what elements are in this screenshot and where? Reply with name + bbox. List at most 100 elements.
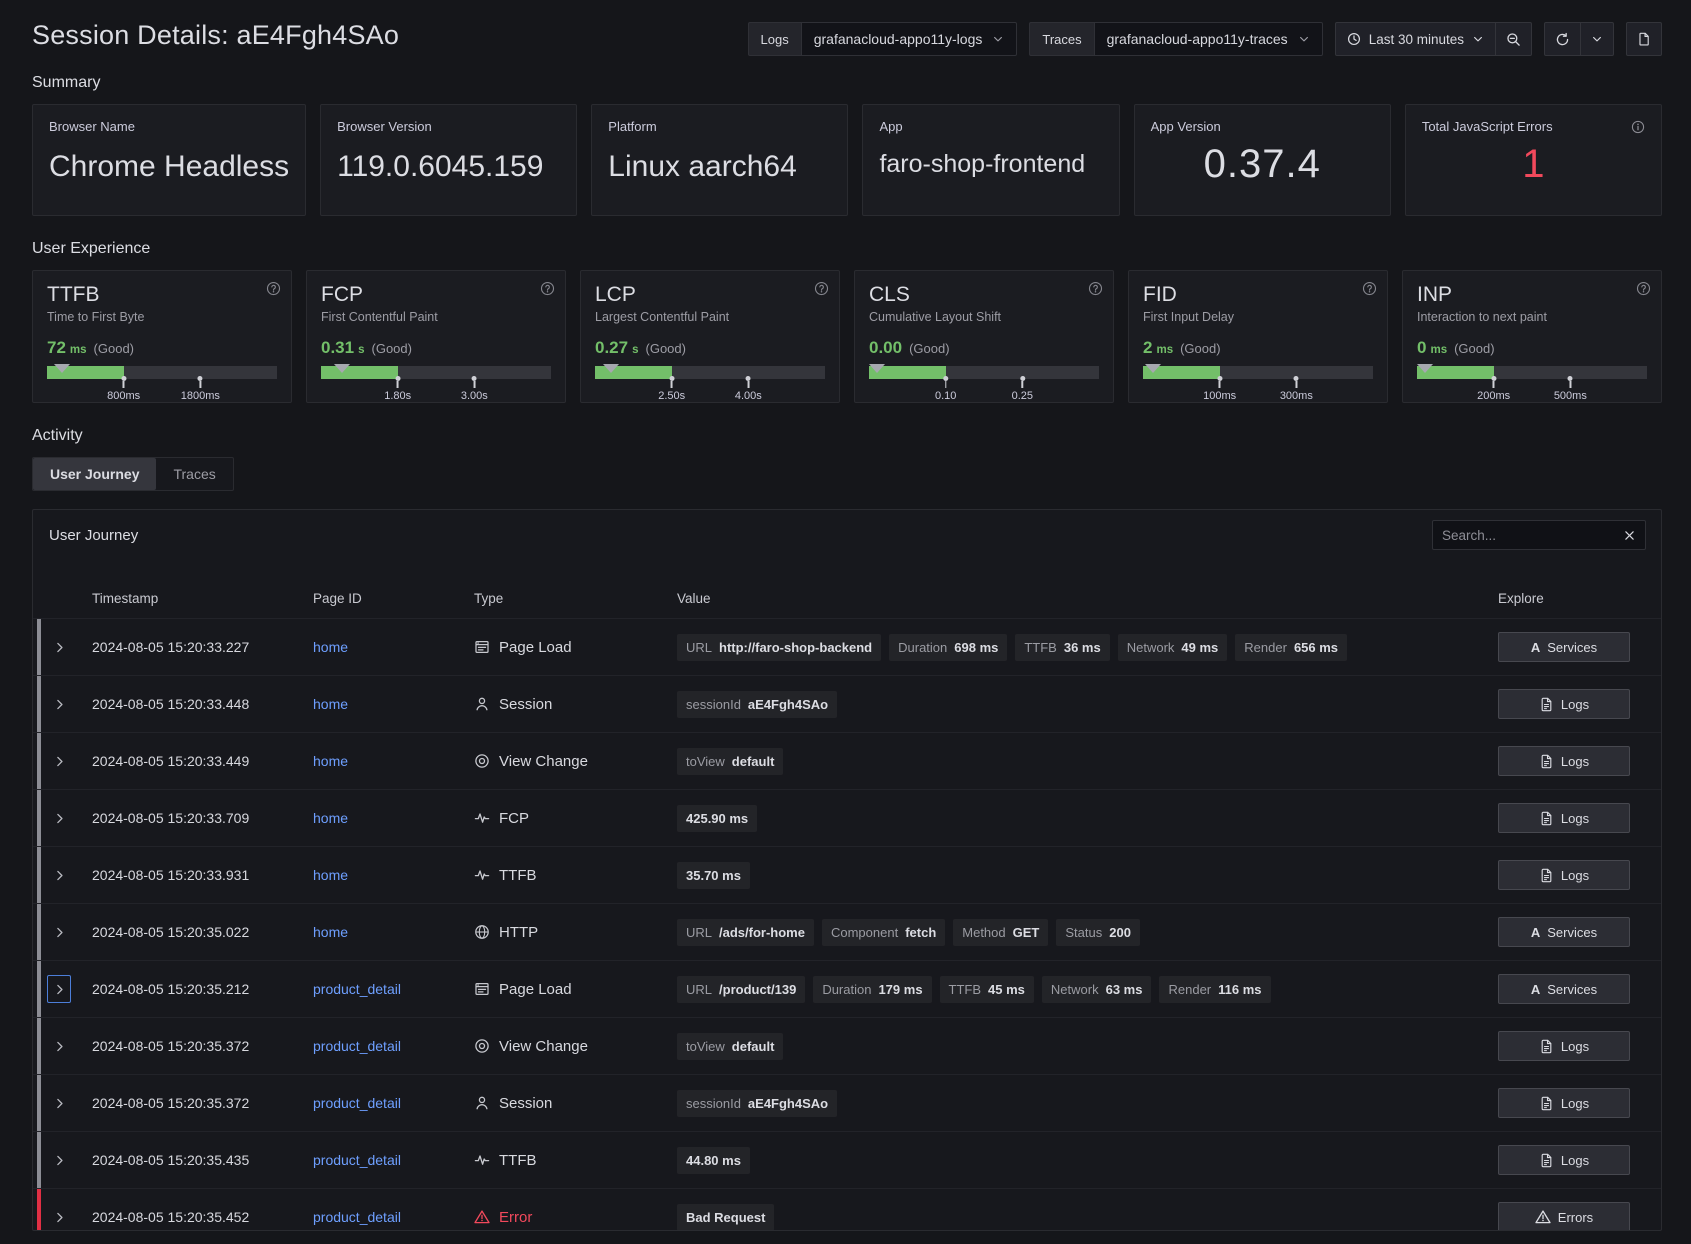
explore-logs-button[interactable]: Logs bbox=[1498, 1145, 1630, 1175]
help-icon[interactable] bbox=[1362, 281, 1377, 296]
row-expander[interactable] bbox=[47, 918, 71, 946]
vital-subtitle: First Contentful Paint bbox=[321, 310, 551, 324]
page-id-link[interactable]: home bbox=[313, 753, 348, 769]
explore-logs-button[interactable]: Logs bbox=[1498, 1088, 1630, 1118]
summary-card: Appfaro-shop-frontend bbox=[862, 104, 1119, 216]
value-badge: URL/product/139 bbox=[677, 976, 805, 1003]
gauge-tick-label: 1800ms bbox=[181, 390, 220, 402]
view-change-icon bbox=[474, 1038, 490, 1054]
explore-logs-button[interactable]: Logs bbox=[1498, 803, 1630, 833]
badge-value: aE4Fgh4SAo bbox=[748, 1096, 828, 1111]
explore-logs-button[interactable]: Logs bbox=[1498, 689, 1630, 719]
search-box bbox=[1432, 520, 1646, 550]
chevron-right-icon bbox=[53, 869, 66, 882]
zoom-out-button[interactable] bbox=[1496, 22, 1532, 56]
gauge-value-marker bbox=[1145, 364, 1161, 373]
session-icon bbox=[474, 696, 490, 712]
traces-datasource-select[interactable]: grafanacloud-appo11y-traces bbox=[1094, 22, 1323, 56]
vital-gauge: 2.50s4.00s bbox=[595, 366, 825, 402]
page-id-link[interactable]: home bbox=[313, 867, 348, 883]
gauge-value-marker bbox=[869, 364, 885, 373]
page-id-link[interactable]: product_detail bbox=[313, 981, 401, 997]
page-id-link[interactable]: home bbox=[313, 696, 348, 712]
row-expander[interactable] bbox=[47, 1089, 71, 1117]
help-icon[interactable] bbox=[540, 281, 555, 296]
pulse-icon bbox=[474, 867, 490, 883]
page-id-link[interactable]: home bbox=[313, 639, 348, 655]
badge-value: 36 ms bbox=[1064, 640, 1101, 655]
row-expander[interactable] bbox=[47, 1146, 71, 1174]
badge-key: Duration bbox=[822, 982, 871, 997]
tab-user-journey[interactable]: User Journey bbox=[33, 458, 156, 490]
row-values: sessionIdaE4Fgh4SAo bbox=[677, 691, 1498, 718]
logs-datasource-select[interactable]: grafanacloud-appo11y-logs bbox=[801, 22, 1018, 56]
badge-value: fetch bbox=[905, 925, 936, 940]
explore-services-button[interactable]: AServices bbox=[1498, 632, 1630, 662]
traces-datasource-label: Traces bbox=[1029, 22, 1093, 56]
refresh-button[interactable] bbox=[1544, 22, 1581, 56]
user-experience-heading: User Experience bbox=[32, 240, 1662, 258]
row-timestamp: 2024-08-05 15:20:35.452 bbox=[92, 1209, 313, 1225]
row-values: 44.80 ms bbox=[677, 1147, 1498, 1174]
tab-traces[interactable]: Traces bbox=[156, 458, 232, 490]
explore-logs-button[interactable]: Logs bbox=[1498, 746, 1630, 776]
badge-value: 200 bbox=[1109, 925, 1131, 940]
explore-services-button[interactable]: AServices bbox=[1498, 974, 1630, 1004]
time-controls: Last 30 minutes bbox=[1335, 22, 1532, 56]
close-icon[interactable] bbox=[1623, 529, 1636, 542]
refresh-interval-dropdown[interactable] bbox=[1581, 22, 1614, 56]
journey-row: 2024-08-05 15:20:33.709homeFCP425.90 msL… bbox=[33, 789, 1661, 846]
time-range-picker[interactable]: Last 30 minutes bbox=[1335, 22, 1496, 56]
info-icon[interactable] bbox=[1631, 120, 1645, 134]
traces-datasource-value: grafanacloud-appo11y-traces bbox=[1107, 31, 1288, 47]
badge-key: Network bbox=[1127, 640, 1175, 655]
summary-card-value: Linux aarch64 bbox=[608, 150, 831, 184]
report-button[interactable] bbox=[1626, 22, 1662, 56]
help-icon[interactable] bbox=[266, 281, 281, 296]
row-expander[interactable] bbox=[47, 690, 71, 718]
panel-header: User Journey bbox=[33, 510, 1661, 550]
page-id-link[interactable]: product_detail bbox=[313, 1152, 401, 1168]
gauge-threshold-tick: 1.80s bbox=[384, 376, 411, 402]
search-input[interactable] bbox=[1442, 528, 1623, 543]
badge-value: 656 ms bbox=[1294, 640, 1338, 655]
vital-title: TTFB bbox=[47, 283, 277, 307]
explore-errors-button[interactable]: Errors bbox=[1498, 1202, 1630, 1231]
explore-logs-button[interactable]: Logs bbox=[1498, 1031, 1630, 1061]
gauge-tick-label: 2.50s bbox=[658, 390, 685, 402]
summary-card-label: Browser Name bbox=[49, 119, 135, 134]
row-expander[interactable] bbox=[47, 1032, 71, 1060]
vital-value: 0.00 bbox=[869, 338, 902, 358]
page-id-link[interactable]: product_detail bbox=[313, 1038, 401, 1054]
vital-rating: (Good) bbox=[1180, 341, 1220, 356]
vital-unit: s bbox=[358, 344, 364, 356]
clock-icon bbox=[1347, 32, 1361, 46]
help-icon[interactable] bbox=[1636, 281, 1651, 296]
explore-services-button[interactable]: AServices bbox=[1498, 917, 1630, 947]
page-id-link[interactable]: product_detail bbox=[313, 1209, 401, 1225]
page-id-link[interactable]: home bbox=[313, 924, 348, 940]
row-expander[interactable] bbox=[47, 804, 71, 832]
badge-key: Method bbox=[962, 925, 1005, 940]
value-badge: Bad Request bbox=[677, 1204, 774, 1231]
zoom-out-icon bbox=[1506, 32, 1521, 47]
row-expander[interactable] bbox=[47, 747, 71, 775]
row-expander[interactable] bbox=[47, 1203, 71, 1231]
value-badge: Render656 ms bbox=[1235, 634, 1347, 661]
row-expander[interactable] bbox=[47, 633, 71, 661]
badge-key: Component bbox=[831, 925, 898, 940]
logs-icon bbox=[1539, 811, 1554, 826]
row-expander[interactable] bbox=[47, 861, 71, 889]
page-id-link[interactable]: home bbox=[313, 810, 348, 826]
summary-card-label: App bbox=[879, 119, 902, 134]
value-badge: sessionIdaE4Fgh4SAo bbox=[677, 1090, 837, 1117]
summary-card: Browser Version119.0.6045.159 bbox=[320, 104, 577, 216]
explore-button-label: Services bbox=[1547, 925, 1597, 940]
explore-logs-button[interactable]: Logs bbox=[1498, 860, 1630, 890]
row-expander[interactable] bbox=[47, 975, 71, 1003]
help-icon[interactable] bbox=[814, 281, 829, 296]
page-id-link[interactable]: product_detail bbox=[313, 1095, 401, 1111]
web-vital-card: LCPLargest Contentful Paint0.27s(Good)2.… bbox=[580, 270, 840, 403]
help-icon[interactable] bbox=[1088, 281, 1103, 296]
vital-gauge: 1.80s3.00s bbox=[321, 366, 551, 402]
